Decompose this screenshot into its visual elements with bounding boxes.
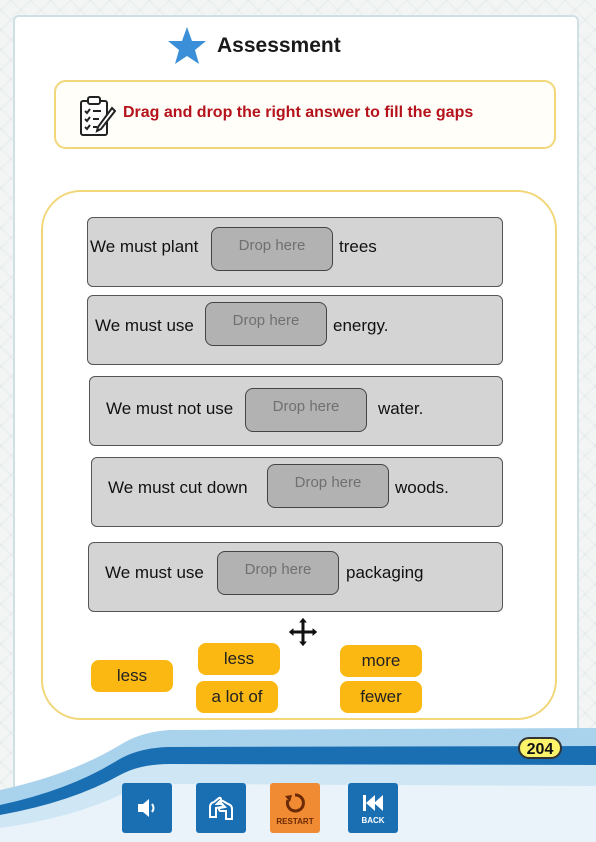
skip-back-icon xyxy=(363,794,383,811)
restart-label: RESTART xyxy=(276,816,314,826)
sentence-1-after: trees xyxy=(339,237,377,256)
answer-chip-less-1[interactable]: less xyxy=(91,660,173,692)
speaker-icon xyxy=(138,799,155,817)
restart-button[interactable]: RESTART xyxy=(270,783,320,833)
back-button[interactable]: BACK xyxy=(348,783,398,833)
sentence-5-before: We must use xyxy=(105,563,204,582)
sign-language-button[interactable] xyxy=(196,783,246,833)
star-icon xyxy=(168,27,206,64)
instruction-box: Drag and drop the right answer to fill t… xyxy=(54,80,556,149)
sentence-3-before: We must not use xyxy=(106,399,234,418)
instruction-text: Drag and drop the right answer to fill t… xyxy=(123,104,474,121)
sign-language-icon xyxy=(209,796,233,820)
sentence-2-after: energy. xyxy=(333,316,389,335)
restart-icon xyxy=(285,792,305,812)
page-number-badge: 204 xyxy=(518,737,562,759)
sentence-2-before: We must use xyxy=(95,316,194,335)
drop-zone-2[interactable]: Drop here xyxy=(205,302,327,346)
drop-zone-5[interactable]: Drop here xyxy=(217,551,339,595)
move-cursor-icon xyxy=(287,616,319,648)
back-label: BACK xyxy=(361,815,385,825)
sentence-5-after: packaging xyxy=(346,563,424,582)
sentence-1-before: We must plant xyxy=(90,237,199,256)
drop-zone-3[interactable]: Drop here xyxy=(245,388,367,432)
clipboard-checklist-icon xyxy=(80,96,116,136)
answer-chip-fewer[interactable]: fewer xyxy=(340,681,422,713)
audio-button[interactable] xyxy=(122,783,172,833)
answer-chip-a-lot-of[interactable]: a lot of xyxy=(196,681,278,713)
sentence-4-after: woods. xyxy=(395,478,449,497)
drop-zone-4[interactable]: Drop here xyxy=(267,464,389,508)
answer-chip-less-2[interactable]: less xyxy=(198,643,280,675)
answer-chip-more[interactable]: more xyxy=(340,645,422,677)
sentence-4-before: We must cut down xyxy=(108,478,248,497)
drop-zone-1[interactable]: Drop here xyxy=(211,227,333,271)
page-title: Assessment xyxy=(217,34,341,57)
sentence-3-after: water. xyxy=(378,399,424,418)
